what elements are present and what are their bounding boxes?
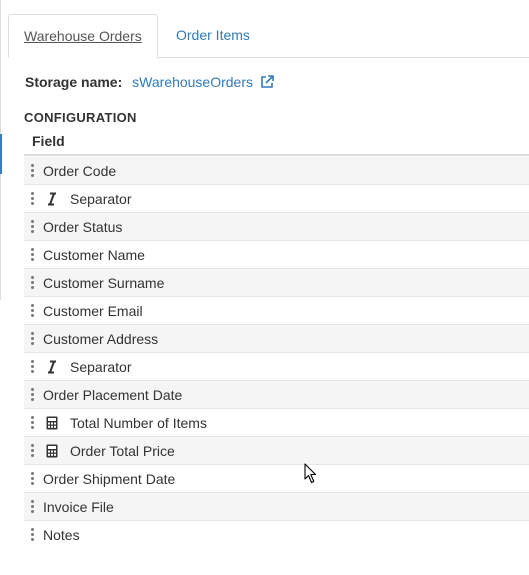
drag-handle-icon[interactable] <box>31 472 35 485</box>
field-row[interactable]: Order Status <box>24 213 529 241</box>
drag-handle-icon[interactable] <box>31 500 35 513</box>
field-row-label: Customer Name <box>43 246 145 263</box>
field-row-label: Total Number of Items <box>70 414 207 431</box>
italic-icon <box>45 192 59 206</box>
drag-handle-icon[interactable] <box>31 220 35 233</box>
field-row[interactable]: Order Shipment Date <box>24 465 529 493</box>
tab-order-items[interactable]: Order Items <box>161 14 265 56</box>
field-row-label: Invoice File <box>43 498 114 515</box>
italic-icon <box>45 360 59 374</box>
field-row-label: Separator <box>70 358 132 375</box>
field-row[interactable]: Customer Email <box>24 297 529 325</box>
field-row[interactable]: Customer Address <box>24 325 529 353</box>
configuration-title: CONFIGURATION <box>24 110 137 125</box>
field-row[interactable]: Customer Surname <box>24 269 529 297</box>
drag-handle-icon[interactable] <box>31 360 35 373</box>
field-row[interactable]: Customer Name <box>24 241 529 269</box>
drag-handle-icon[interactable] <box>31 416 35 429</box>
tab-label: Order Items <box>176 27 250 43</box>
field-row-label: Separator <box>70 190 132 207</box>
storage-info: Storage name: sWarehouseOrders <box>25 74 274 92</box>
storage-link[interactable]: sWarehouseOrders <box>132 74 253 90</box>
field-row-label: Order Shipment Date <box>43 470 176 487</box>
drag-handle-icon[interactable] <box>31 528 35 541</box>
calculator-icon <box>45 444 59 458</box>
field-row-label: Customer Email <box>43 302 143 319</box>
field-column-header: Field <box>32 133 65 149</box>
drag-handle-icon[interactable] <box>31 444 35 457</box>
field-row[interactable]: Order Placement Date <box>24 381 529 409</box>
header-divider <box>24 154 529 156</box>
field-row[interactable]: Separator <box>24 353 529 381</box>
field-row-label: Customer Address <box>43 330 159 347</box>
field-list: Order Code Separator Order Status Customer … <box>24 157 529 548</box>
drag-handle-icon[interactable] <box>31 276 35 289</box>
drag-handle-icon[interactable] <box>31 388 35 401</box>
field-row-label: Order Status <box>43 218 123 235</box>
field-row-label: Order Placement Date <box>43 386 183 403</box>
field-row-label: Order Code <box>43 162 117 179</box>
drag-handle-icon[interactable] <box>31 164 35 177</box>
field-row[interactable]: Order Code <box>24 157 529 185</box>
field-row[interactable]: Separator <box>24 185 529 213</box>
drag-handle-icon[interactable] <box>31 248 35 261</box>
field-row-label: Notes <box>43 526 80 543</box>
drag-handle-icon[interactable] <box>31 304 35 317</box>
tab-bar: Warehouse Orders Order Items <box>8 14 529 58</box>
field-row[interactable]: Invoice File <box>24 493 529 521</box>
field-row[interactable]: Order Total Price <box>24 437 529 465</box>
field-row-label: Customer Surname <box>43 274 165 291</box>
tab-warehouse-orders[interactable]: Warehouse Orders <box>8 14 158 58</box>
mouse-cursor-icon <box>304 463 318 488</box>
field-row-label: Order Total Price <box>70 442 175 459</box>
field-row[interactable]: Total Number of Items <box>24 409 529 437</box>
calculator-icon <box>45 416 59 430</box>
drag-handle-icon[interactable] <box>31 192 35 205</box>
external-link-icon[interactable] <box>260 75 274 92</box>
field-row[interactable]: Notes <box>24 521 529 548</box>
storage-label: Storage name: <box>25 74 123 90</box>
left-panel-accent <box>0 134 2 174</box>
tab-label: Warehouse Orders <box>24 28 142 44</box>
drag-handle-icon[interactable] <box>31 332 35 345</box>
